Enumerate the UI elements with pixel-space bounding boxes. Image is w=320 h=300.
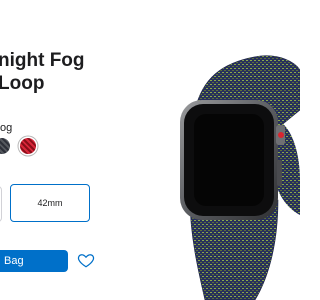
size-option-previous[interactable] bbox=[0, 186, 2, 222]
add-to-bag-button[interactable]: Bag bbox=[0, 250, 68, 272]
heart-icon[interactable] bbox=[77, 251, 95, 269]
watch-screen bbox=[194, 114, 264, 206]
swatch-red[interactable] bbox=[20, 138, 36, 154]
swatch-dark-gray[interactable] bbox=[0, 138, 10, 154]
size-option-42mm[interactable]: 42mm bbox=[10, 184, 90, 222]
add-to-bag-label: Bag bbox=[4, 255, 24, 267]
product-image-watch bbox=[180, 55, 300, 300]
color-label: og bbox=[0, 122, 13, 134]
product-title: night Fog Loop bbox=[0, 50, 85, 94]
